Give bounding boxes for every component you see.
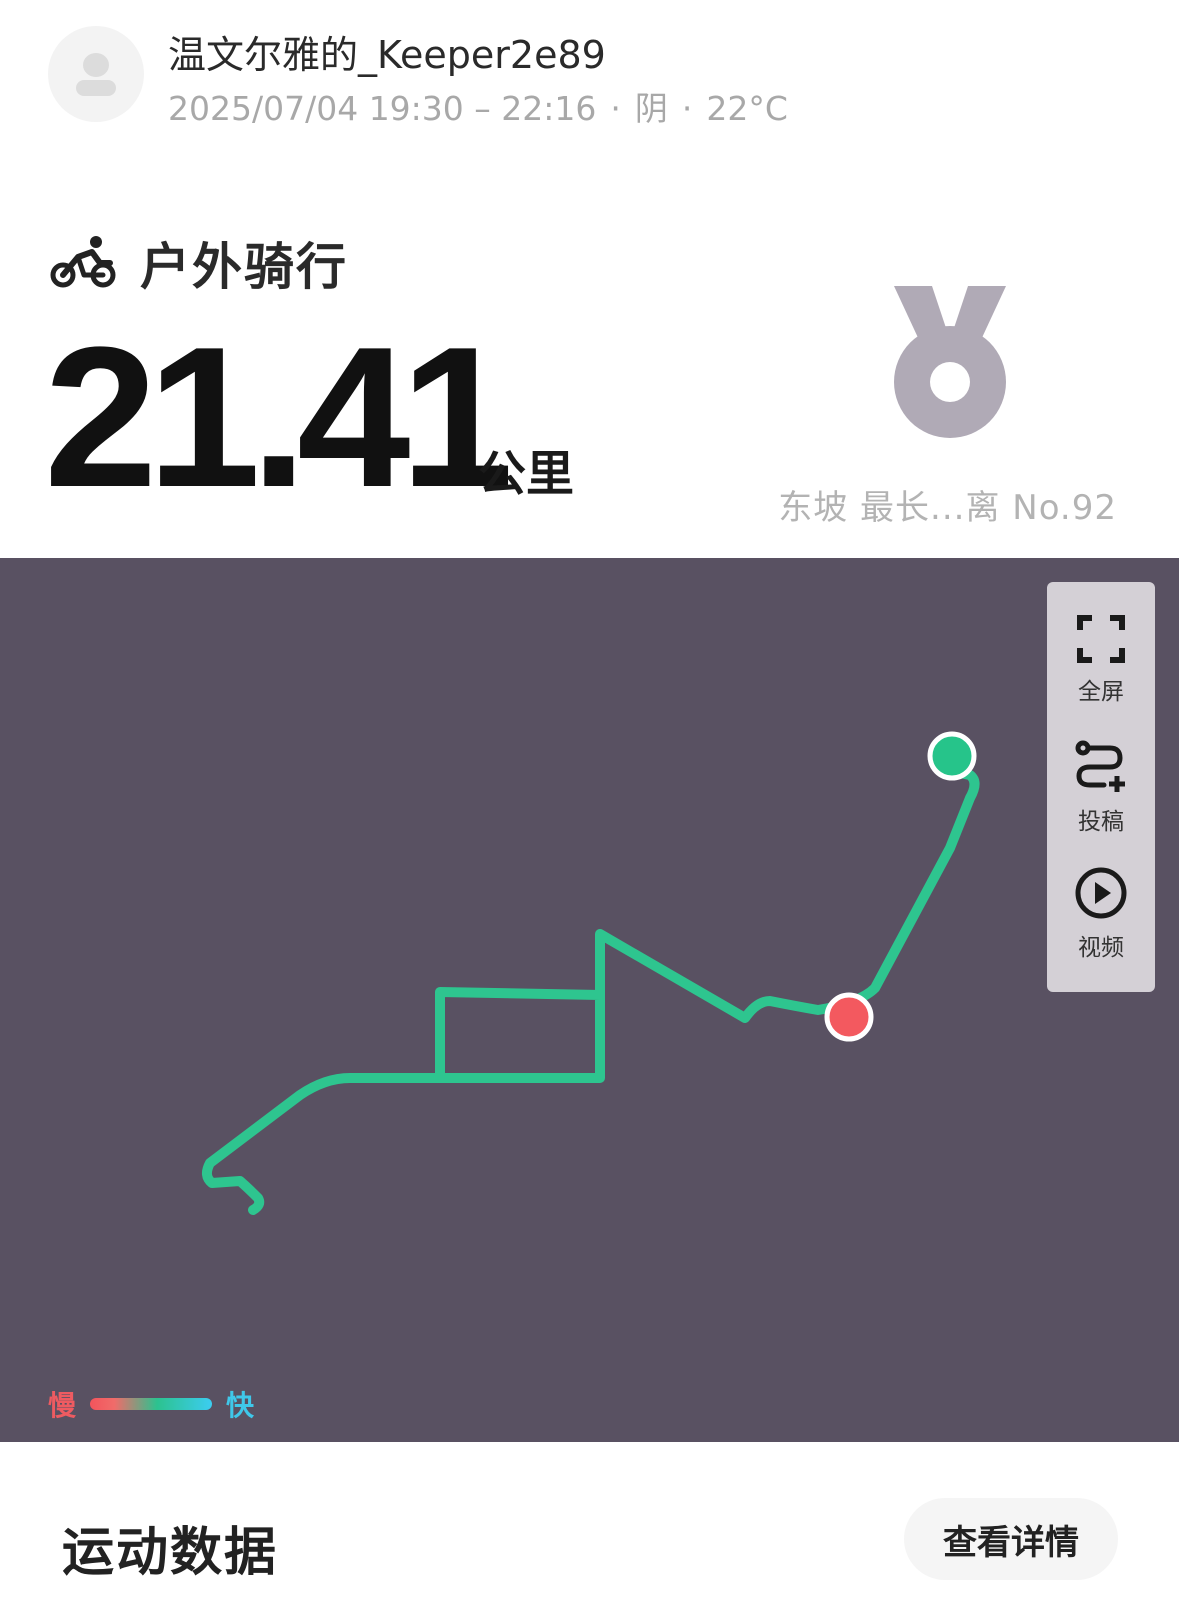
separator: · bbox=[610, 89, 621, 128]
fullscreen-icon bbox=[1077, 615, 1125, 663]
cycling-icon bbox=[50, 236, 116, 288]
legend-fast-label: 快 bbox=[226, 1389, 255, 1422]
route-map[interactable]: 全屏 投稿 视频 慢 快 bbox=[0, 558, 1179, 1442]
video-button[interactable]: 视频 bbox=[1047, 866, 1155, 962]
distance-unit: 公里 bbox=[478, 446, 575, 502]
avatar[interactable] bbox=[48, 26, 144, 122]
route-track bbox=[202, 731, 980, 1215]
map-toolbar: 全屏 投稿 视频 bbox=[1047, 582, 1155, 992]
avatar-body-shape bbox=[76, 80, 116, 96]
legend-gradient-bar bbox=[90, 1398, 213, 1410]
submit-route-button[interactable]: 投稿 bbox=[1047, 740, 1155, 836]
end-marker bbox=[824, 992, 874, 1042]
weather: 阴 bbox=[634, 89, 668, 128]
sport-type: 户外骑行 bbox=[50, 228, 348, 298]
speed-legend: 慢 快 bbox=[48, 1384, 254, 1424]
route-line bbox=[202, 751, 980, 1215]
username[interactable]: 温文尔雅的_Keeper2e89 bbox=[168, 24, 606, 79]
fullscreen-label: 全屏 bbox=[1078, 679, 1124, 705]
legend-slow-label: 慢 bbox=[48, 1389, 77, 1422]
sport-type-label: 户外骑行 bbox=[140, 238, 348, 296]
activity-header: 温文尔雅的_Keeper2e89 2025/07/04 19:30 – 22:1… bbox=[0, 0, 1179, 160]
route-submit-icon bbox=[1075, 740, 1125, 792]
temperature: 22°C bbox=[706, 89, 788, 128]
date-range: 2025/07/04 19:30 – 22:16 bbox=[168, 89, 597, 128]
submit-route-label: 投稿 bbox=[1078, 809, 1124, 835]
fullscreen-button[interactable]: 全屏 bbox=[1047, 614, 1155, 706]
section-title: 运动数据 bbox=[62, 1523, 279, 1583]
medal-caption[interactable]: 东坡 最长...离 No.92 bbox=[778, 480, 1117, 529]
video-label: 视频 bbox=[1078, 935, 1124, 961]
start-marker bbox=[927, 731, 977, 781]
medal-icon[interactable] bbox=[892, 282, 1008, 448]
separator: · bbox=[681, 89, 693, 128]
distance-value: 21.41 bbox=[44, 306, 514, 529]
view-details-button[interactable]: 查看详情 bbox=[904, 1498, 1118, 1580]
play-icon bbox=[1075, 867, 1127, 919]
activity-meta: 2025/07/04 19:30 – 22:16 · 阴 · 22°C bbox=[168, 82, 788, 130]
avatar-head-shape bbox=[83, 53, 109, 77]
